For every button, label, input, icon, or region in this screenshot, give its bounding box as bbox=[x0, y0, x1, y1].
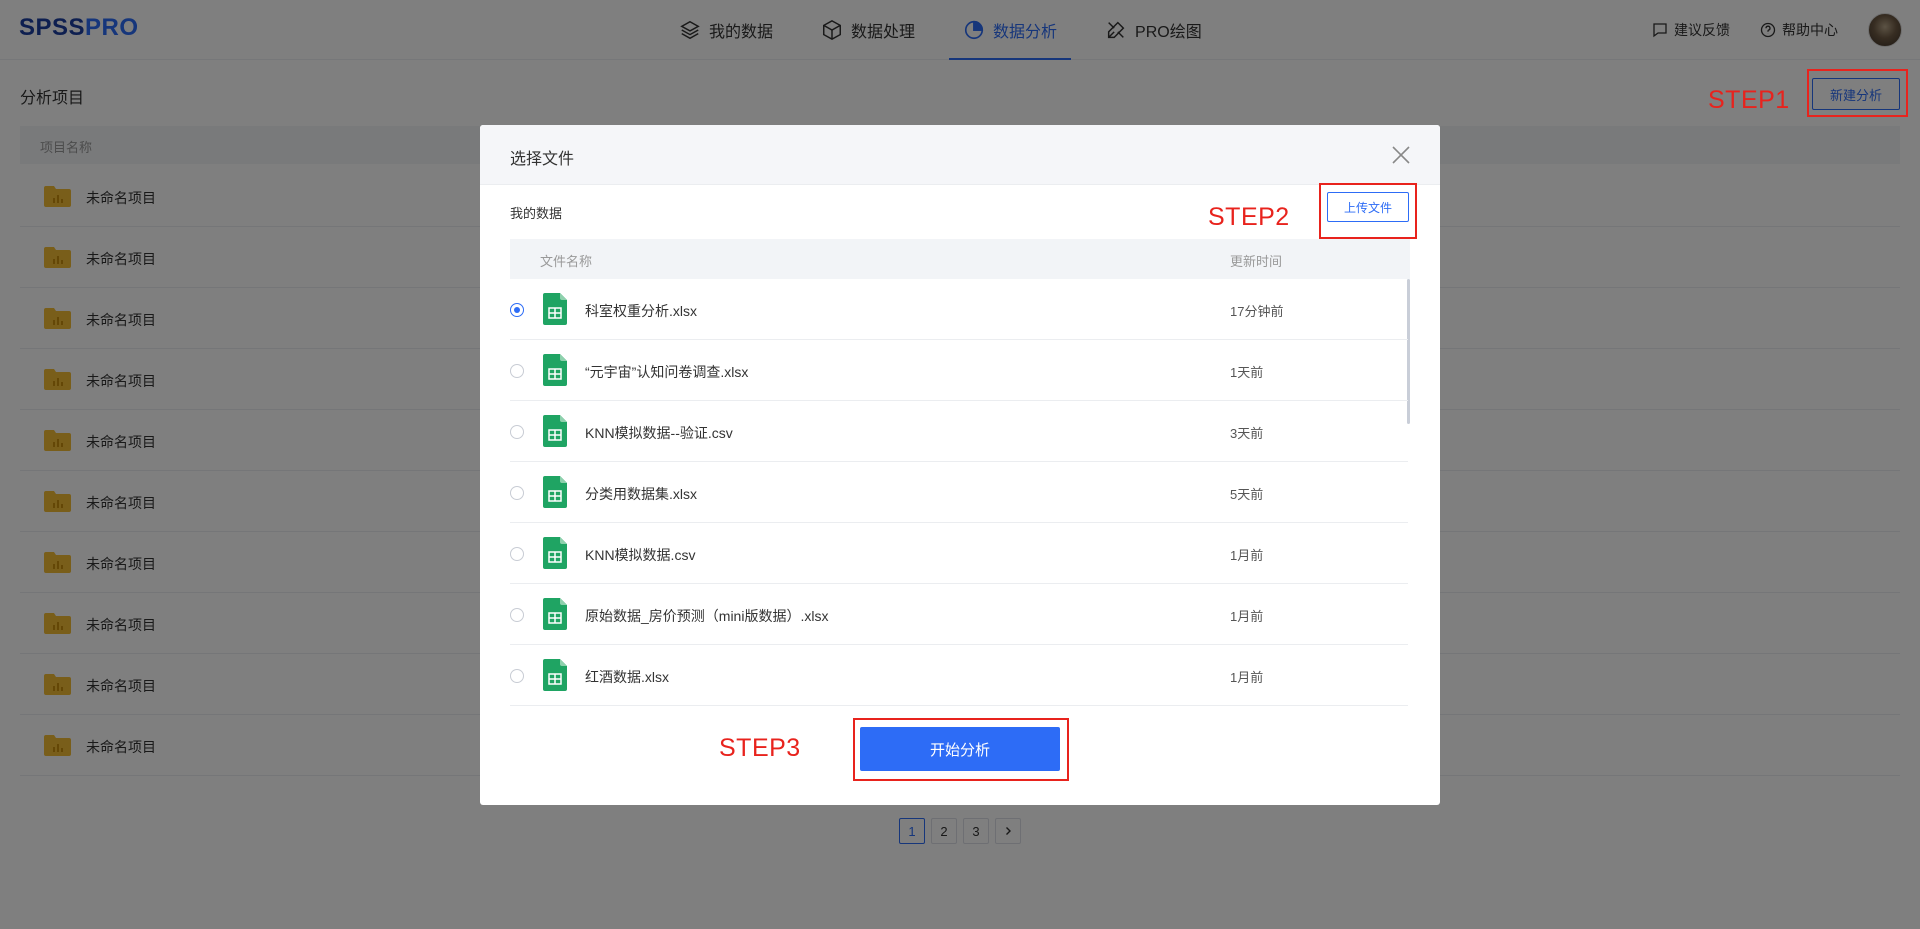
column-header-filename: 文件名称 bbox=[540, 254, 593, 269]
file-row[interactable]: “元宇宙”认知问卷调查.xlsx 1天前 bbox=[510, 340, 1408, 401]
section-label: 我的数据 bbox=[510, 206, 563, 221]
file-updated-time: 1天前 bbox=[1230, 365, 1264, 380]
file-row[interactable]: 分类用数据集.xlsx 5天前 bbox=[510, 462, 1408, 523]
spreadsheet-icon bbox=[543, 598, 567, 630]
close-icon[interactable] bbox=[1390, 144, 1412, 166]
spreadsheet-icon bbox=[543, 354, 567, 386]
file-row[interactable]: KNN模拟数据.csv 1月前 bbox=[510, 523, 1408, 584]
step3-annotation: STEP3 bbox=[719, 734, 801, 762]
file-name: 科室权重分析.xlsx bbox=[585, 303, 697, 319]
file-row[interactable]: 红酒数据.xlsx 1月前 bbox=[510, 645, 1408, 706]
file-name: 分类用数据集.xlsx bbox=[585, 486, 697, 502]
file-list[interactable]: 科室权重分析.xlsx 17分钟前 “元宇宙”认知问卷调查.xlsx 1天前 K… bbox=[510, 279, 1410, 706]
file-name: 原始数据_房价预测（mini版数据）.xlsx bbox=[585, 608, 829, 624]
select-file-dialog: 选择文件 我的数据 上传文件 文件名称 更新时间 科室权重分析.xlsx 17分… bbox=[480, 125, 1440, 805]
file-row[interactable]: KNN模拟数据--验证.csv 3天前 bbox=[510, 401, 1408, 462]
file-radio[interactable] bbox=[510, 486, 524, 500]
dialog-header: 选择文件 bbox=[480, 125, 1440, 185]
file-radio[interactable] bbox=[510, 425, 524, 439]
file-row[interactable]: 原始数据_房价预测（mini版数据）.xlsx 1月前 bbox=[510, 584, 1408, 645]
file-updated-time: 1月前 bbox=[1230, 670, 1264, 685]
file-updated-time: 1月前 bbox=[1230, 548, 1264, 563]
file-updated-time: 1月前 bbox=[1230, 609, 1264, 624]
file-name: “元宇宙”认知问卷调查.xlsx bbox=[585, 364, 749, 380]
file-radio[interactable] bbox=[510, 608, 524, 622]
dialog-title: 选择文件 bbox=[510, 151, 575, 168]
file-name: 红酒数据.xlsx bbox=[585, 669, 669, 685]
file-row[interactable]: 科室权重分析.xlsx 17分钟前 bbox=[510, 279, 1408, 340]
step3-highlight-box bbox=[853, 718, 1069, 781]
file-radio[interactable] bbox=[510, 669, 524, 683]
spreadsheet-icon bbox=[543, 476, 567, 508]
file-radio[interactable] bbox=[510, 364, 524, 378]
file-table-header: 文件名称 更新时间 bbox=[510, 239, 1410, 279]
file-name: KNN模拟数据--验证.csv bbox=[585, 425, 733, 441]
step2-annotation: STEP2 bbox=[1208, 203, 1290, 231]
file-updated-time: 17分钟前 bbox=[1230, 304, 1284, 319]
file-radio[interactable] bbox=[510, 303, 524, 317]
column-header-updated: 更新时间 bbox=[1230, 254, 1283, 269]
file-radio[interactable] bbox=[510, 547, 524, 561]
step2-highlight-box bbox=[1319, 183, 1417, 239]
file-name: KNN模拟数据.csv bbox=[585, 547, 696, 563]
spreadsheet-icon bbox=[543, 659, 567, 691]
step1-annotation: STEP1 bbox=[1708, 86, 1790, 114]
file-updated-time: 3天前 bbox=[1230, 426, 1264, 441]
spreadsheet-icon bbox=[543, 415, 567, 447]
file-updated-time: 5天前 bbox=[1230, 487, 1264, 502]
step1-highlight-box bbox=[1807, 69, 1908, 117]
spreadsheet-icon bbox=[543, 293, 567, 325]
spreadsheet-icon bbox=[543, 537, 567, 569]
